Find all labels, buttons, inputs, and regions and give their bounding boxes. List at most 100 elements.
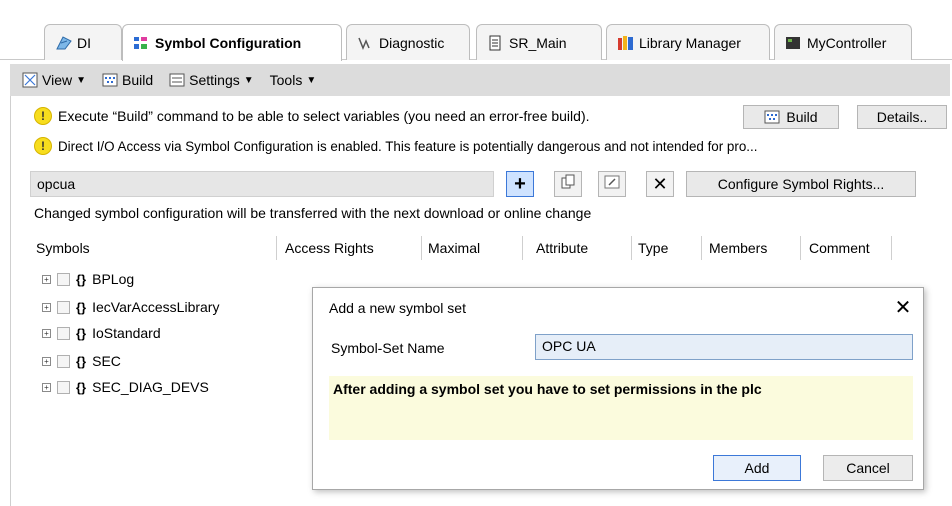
- tab-symbol-configuration[interactable]: Symbol Configuration: [122, 24, 342, 61]
- panel-border: [10, 96, 11, 506]
- column-separator[interactable]: [276, 236, 277, 260]
- configure-rights-label: Configure Symbol Rights...: [717, 176, 885, 192]
- copy-symbol-set-button[interactable]: [554, 171, 582, 197]
- column-header-members[interactable]: Members: [709, 240, 767, 256]
- tab-label: Diagnostic: [379, 34, 445, 51]
- tree-checkbox[interactable]: [57, 354, 70, 368]
- symbol-set-name-label: Symbol-Set Name: [331, 340, 445, 356]
- edit-symbol-set-button[interactable]: [598, 171, 626, 197]
- tree-item[interactable]: + {} IecVarAccessLibrary: [42, 299, 219, 315]
- symbol-configuration-icon: [133, 35, 149, 51]
- build-icon: [102, 72, 118, 88]
- tree-item-label: SEC_DIAG_DEVS: [92, 379, 209, 395]
- tree-item-label: SEC: [92, 353, 121, 369]
- permissions-note: After adding a symbol set you have to se…: [329, 376, 913, 440]
- build-toolbar-button[interactable]: Build: [96, 69, 159, 91]
- settings-menu[interactable]: Settings ▼: [163, 69, 260, 91]
- expand-icon[interactable]: +: [42, 274, 51, 284]
- tab-library-manager[interactable]: Library Manager: [606, 24, 770, 60]
- delete-symbol-set-button[interactable]: ✕: [646, 171, 674, 197]
- warning-icon: !: [34, 107, 52, 125]
- tab-label: MyController: [807, 34, 887, 51]
- close-icon: ✕: [652, 173, 668, 194]
- column-separator[interactable]: [701, 236, 702, 260]
- tree-item[interactable]: + {} SEC: [42, 353, 121, 369]
- column-header-access-rights[interactable]: Access Rights: [285, 240, 374, 256]
- details-button[interactable]: Details..: [857, 105, 947, 129]
- view-menu[interactable]: View ▼: [16, 69, 92, 91]
- close-icon[interactable]: ✕: [893, 295, 913, 320]
- settings-icon: [169, 72, 185, 88]
- cancel-button[interactable]: Cancel: [823, 455, 913, 481]
- tree-item-label: IoStandard: [92, 325, 161, 341]
- column-separator[interactable]: [800, 236, 801, 260]
- symbol-config-toolbar: View ▼ Build Settings ▼ Tools ▼: [10, 64, 950, 96]
- build-icon: [764, 109, 780, 125]
- tab-label: Library Manager: [639, 34, 741, 51]
- document-icon: [487, 35, 503, 51]
- build-message: Execute “Build” command to be able to se…: [58, 108, 590, 124]
- symbol-set-name-input[interactable]: OPC UA: [535, 334, 913, 360]
- tree-item-label: BPLog: [92, 271, 135, 287]
- build-info-row: ! Execute “Build” command to be able to …: [34, 107, 590, 125]
- tree-item[interactable]: + {} SEC_DIAG_DEVS: [42, 379, 209, 395]
- changed-notice: Changed symbol configuration will be tra…: [34, 205, 592, 221]
- symbol-set-selector[interactable]: opcua: [30, 171, 494, 197]
- tab-label: SR_Main: [509, 34, 567, 51]
- build-button-label: Build: [786, 109, 818, 125]
- controller-icon: [785, 35, 801, 51]
- tree-item-label: IecVarAccessLibrary: [92, 299, 220, 315]
- column-separator[interactable]: [421, 236, 422, 260]
- expand-icon[interactable]: +: [42, 302, 51, 312]
- library-brace-icon: {}: [76, 271, 87, 287]
- tree-item[interactable]: + {} BPLog: [42, 271, 134, 287]
- tree-checkbox[interactable]: [57, 326, 70, 340]
- tools-label: Tools: [269, 72, 303, 88]
- tree-checkbox[interactable]: [57, 380, 70, 394]
- column-header-comment[interactable]: Comment: [809, 240, 870, 256]
- tab-sr-main[interactable]: SR_Main: [476, 24, 602, 60]
- tools-menu[interactable]: Tools ▼: [264, 69, 323, 91]
- settings-label: Settings: [189, 72, 240, 88]
- add-symbol-set-button[interactable]: +: [506, 171, 534, 197]
- plus-icon: +: [514, 173, 526, 195]
- expand-icon[interactable]: +: [42, 382, 51, 392]
- add-button[interactable]: Add: [713, 455, 801, 481]
- column-header-symbols[interactable]: Symbols: [36, 240, 90, 256]
- chevron-down-icon: ▼: [76, 74, 86, 86]
- editor-tab-bar: DI Symbol Configuration Diagnostic SR_Ma…: [0, 0, 952, 61]
- edit-icon: [604, 174, 620, 195]
- details-button-label: Details..: [876, 109, 928, 125]
- tab-di[interactable]: DI: [44, 24, 122, 60]
- direct-io-message: Direct I/O Access via Symbol Configurati…: [58, 138, 758, 154]
- library-brace-icon: {}: [76, 325, 87, 341]
- diagnostic-icon: [357, 35, 373, 51]
- column-separator[interactable]: [631, 236, 632, 260]
- configure-symbol-rights-button[interactable]: Configure Symbol Rights...: [686, 171, 916, 197]
- tab-diagnostic[interactable]: Diagnostic: [346, 24, 470, 60]
- tab-label: Symbol Configuration: [155, 35, 302, 51]
- expand-icon[interactable]: +: [42, 328, 51, 338]
- tree-checkbox[interactable]: [57, 272, 70, 286]
- build-button[interactable]: Build: [743, 105, 839, 129]
- column-separator[interactable]: [891, 236, 892, 260]
- expand-icon[interactable]: +: [42, 356, 51, 366]
- symbol-set-value: opcua: [37, 176, 76, 192]
- library-manager-icon: [617, 35, 633, 51]
- column-header-type[interactable]: Type: [638, 240, 668, 256]
- view-label: View: [42, 72, 73, 88]
- library-brace-icon: {}: [76, 299, 87, 315]
- library-brace-icon: {}: [76, 379, 87, 395]
- tree-checkbox[interactable]: [57, 300, 70, 314]
- chevron-down-icon: ▼: [306, 74, 317, 86]
- warning-icon: !: [34, 137, 52, 155]
- tab-mycontroller[interactable]: MyController: [774, 24, 912, 60]
- library-brace-icon: {}: [76, 353, 87, 369]
- column-header-maximal[interactable]: Maximal: [428, 240, 480, 256]
- dialog-title: Add a new symbol set: [329, 300, 466, 316]
- di-device-icon: [55, 35, 72, 51]
- column-separator[interactable]: [522, 236, 523, 260]
- tree-item[interactable]: + {} IoStandard: [42, 325, 161, 341]
- add-symbol-set-dialog: Add a new symbol set ✕ Symbol-Set Name O…: [312, 287, 924, 490]
- column-header-attribute[interactable]: Attribute: [536, 240, 588, 256]
